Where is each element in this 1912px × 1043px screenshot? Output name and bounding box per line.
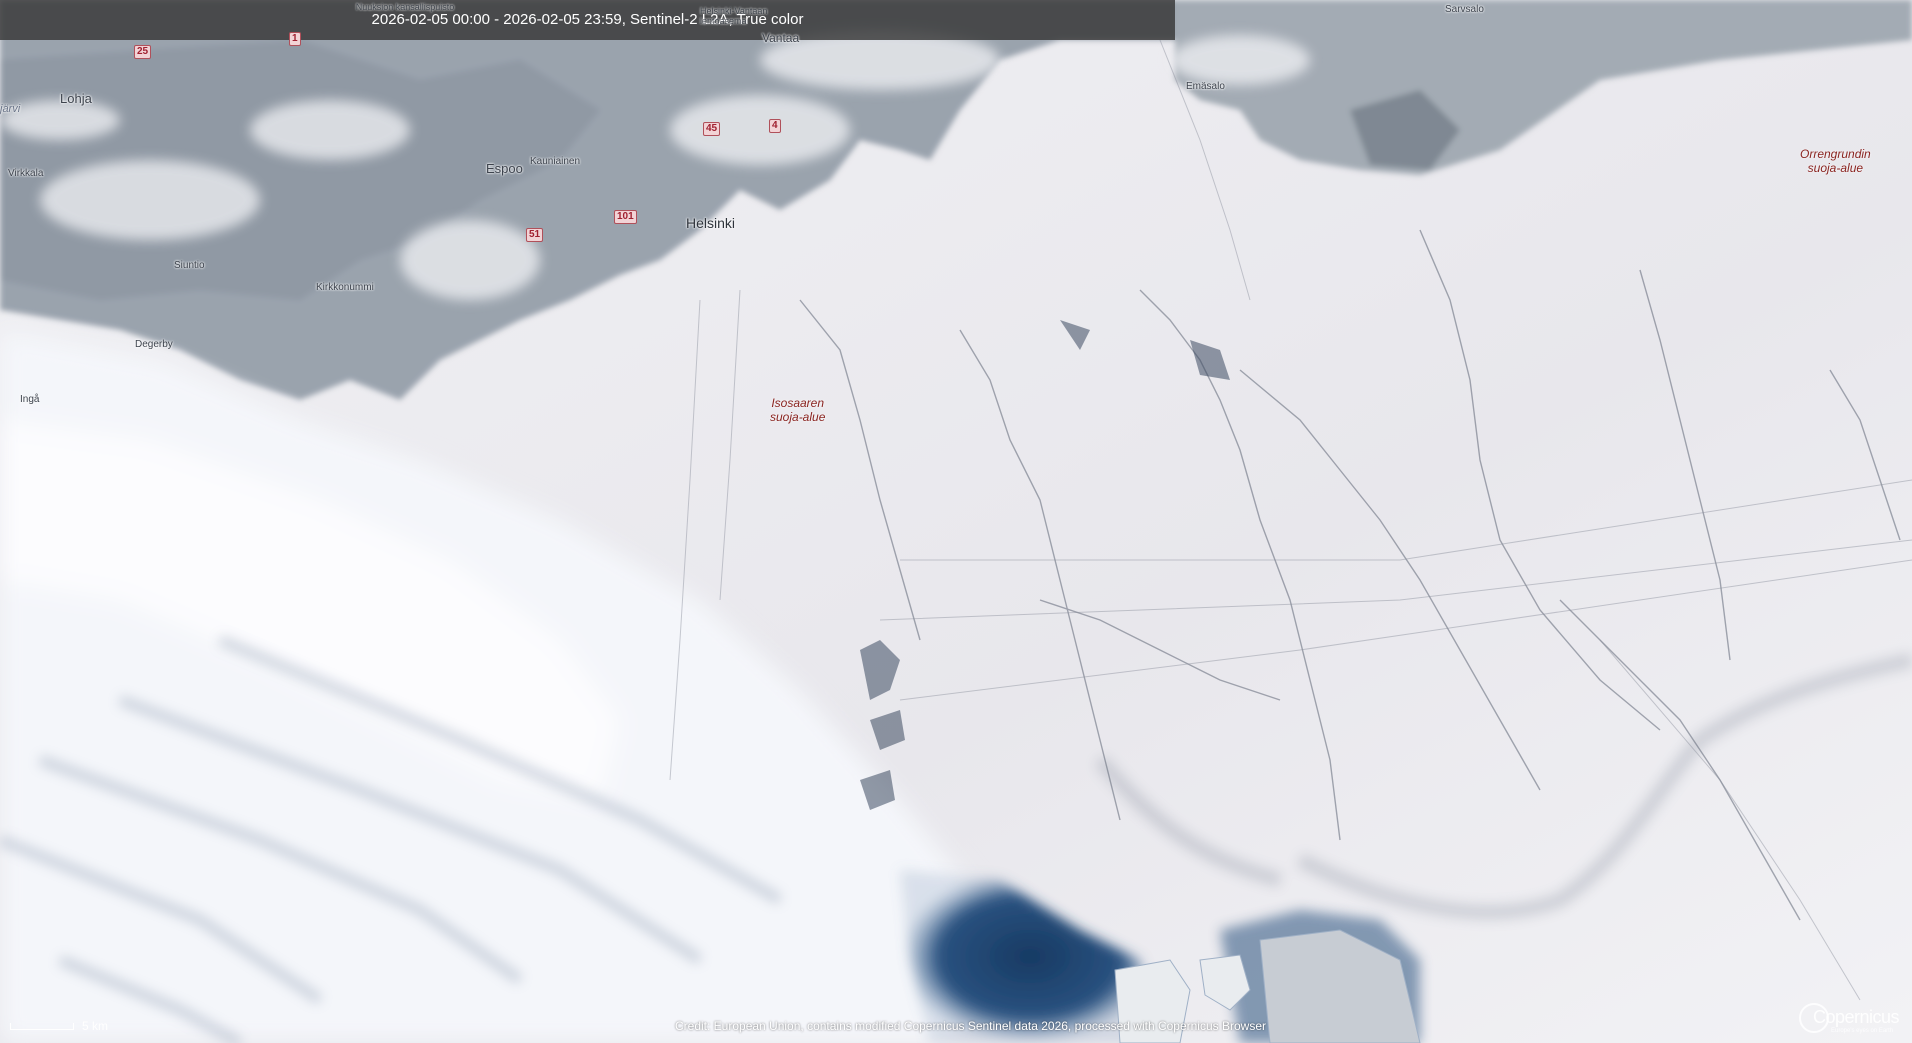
- copernicus-logo: Copernicus Europe's eyes on Earth: [1795, 1001, 1900, 1039]
- place-label-helsinki: Helsinki: [686, 215, 736, 231]
- copernicus-logo-tagline: Europe's eyes on Earth: [1831, 1028, 1894, 1034]
- place-label-virkkala: Virkkala: [8, 168, 44, 179]
- protected-area-isosaari-line1: Isosaaren: [771, 396, 825, 410]
- place-label-degerby: Degerby: [135, 339, 173, 350]
- satellite-imagery[interactable]: [0, 0, 1912, 1043]
- road-shield-101: 101: [614, 210, 637, 224]
- protected-area-orrengrund-line2: suoja-alue: [1807, 161, 1864, 175]
- road-shield-4: 4: [769, 119, 781, 133]
- scale-bar-label: 5 km: [82, 1019, 109, 1033]
- place-label-espoo: Espoo: [486, 161, 523, 176]
- place-label-inga: Ingå: [20, 394, 40, 405]
- protected-area-isosaari: Isosaaren suoja-alue: [770, 396, 825, 424]
- protected-area-orrengrund-line1: Orrengrundin: [1800, 147, 1871, 161]
- road-shield-51: 51: [526, 228, 544, 242]
- place-label-helsinki-vantaa: Helsinki-Vantaan lentoasema: [700, 6, 768, 26]
- place-label-kirkkonummi: Kirkkonummi: [316, 282, 374, 293]
- copernicus-logo-wordmark: Copernicus: [1813, 1007, 1900, 1027]
- scale-bar-line: [10, 1023, 74, 1030]
- place-label-kauniainen: Kauniainen: [530, 156, 581, 167]
- road-shield-25: 25: [134, 45, 152, 59]
- place-label-emasalo: Emäsalo: [1186, 81, 1225, 92]
- road-shield-1: 1: [289, 32, 301, 46]
- place-label-sarvsalo: Sarvsalo: [1445, 4, 1484, 15]
- place-label-jarvi: järvi: [0, 103, 21, 115]
- place-label-vantaa: Vantaa: [762, 31, 800, 45]
- protected-area-isosaari-line2: suoja-alue: [770, 410, 826, 424]
- place-label-lohja: Lohja: [60, 91, 92, 106]
- place-label-nuuksio: Nuuksion kansallispuisto: [355, 2, 455, 12]
- protected-area-orrengrund: Orrengrundin suoja-alue: [1800, 147, 1871, 175]
- attribution-credit: Credit: European Union, contains modifie…: [675, 1019, 1266, 1033]
- place-label-siuntio: Siuntio: [174, 260, 205, 271]
- date-range-header: 2026-02-05 00:00 - 2026-02-05 23:59, Sen…: [0, 0, 1175, 40]
- road-shield-45: 45: [703, 122, 721, 136]
- scale-bar: 5 km: [10, 1015, 120, 1035]
